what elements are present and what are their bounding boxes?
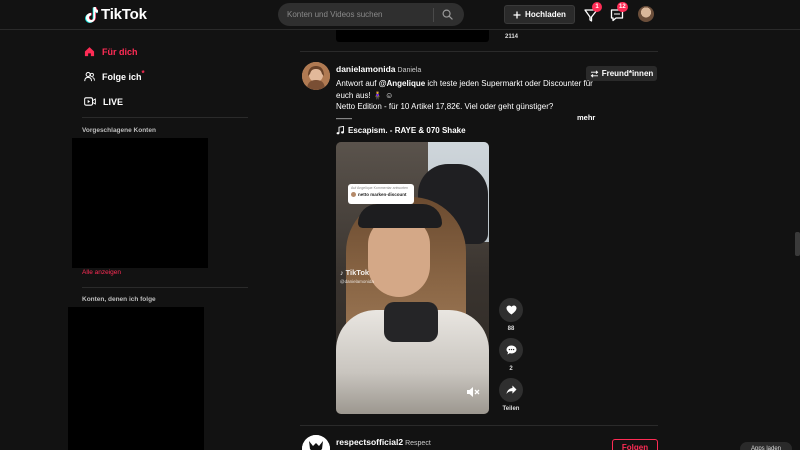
music-title: Escapism. - RAYE & 070 Shake: [348, 126, 466, 135]
tiktok-logo[interactable]: TikTok: [84, 6, 147, 23]
inbox-badge: 1: [592, 2, 602, 12]
suggested-accounts-title: Vorgeschlagene Konten: [82, 127, 156, 134]
video-player[interactable]: Auf Angelique Kommentar antworten netto …: [336, 142, 489, 414]
search-bar[interactable]: [278, 3, 464, 26]
sidebar-divider: [82, 117, 248, 118]
nav-live[interactable]: LIVE: [84, 96, 123, 107]
friends-label: Freund*innen: [601, 69, 654, 78]
reply-sticker-text: netto marken-discount: [358, 192, 407, 197]
sidebar-divider: [82, 287, 248, 288]
search-icon: [442, 9, 453, 20]
share-action[interactable]: Teilen: [499, 378, 523, 412]
logo-text: TikTok: [101, 6, 147, 23]
video-scarf: [384, 302, 438, 342]
video-reply-sticker: Auf Angelique Kommentar antworten netto …: [348, 184, 414, 204]
like-button[interactable]: [499, 298, 523, 322]
messages-button[interactable]: 12: [609, 2, 628, 23]
nav-live-label: LIVE: [103, 96, 124, 107]
video-headband: [358, 204, 442, 228]
video-watermark: ♪ TikTok: [340, 268, 369, 277]
swap-arrows-icon: [590, 69, 599, 78]
new-content-dot: *: [141, 69, 145, 78]
caption-line3: ——: [336, 113, 352, 123]
post-author[interactable]: danielamonida Daniela: [336, 64, 421, 74]
home-icon: [84, 47, 95, 57]
music-link[interactable]: Escapism. - RAYE & 070 Shake: [336, 126, 466, 135]
upload-label: Hochladen: [525, 10, 566, 19]
messages-badge: 12: [617, 2, 628, 12]
upload-button[interactable]: Hochladen: [504, 5, 575, 24]
caption-mention-link[interactable]: @Angelique: [379, 79, 425, 88]
comment-count: 2: [509, 366, 513, 372]
like-action[interactable]: 88: [499, 298, 523, 332]
next-post-username: respectsofficial2: [336, 437, 404, 447]
next-post-author[interactable]: respectsofficial2 Respect: [336, 437, 431, 447]
live-icon: [84, 97, 96, 106]
top-bar: TikTok Hochladen 1 12: [0, 0, 800, 30]
reply-sticker-title: Auf Angelique Kommentar antworten: [351, 186, 409, 190]
post-author-avatar[interactable]: [302, 62, 330, 90]
reply-sticker-text-row: netto marken-discount: [351, 192, 411, 197]
music-note-icon: [336, 126, 344, 135]
comment-icon: [506, 345, 516, 355]
comment-action[interactable]: 2: [499, 338, 523, 372]
following-icon: [84, 71, 95, 82]
nav-following-label: Folge ich: [102, 71, 142, 82]
profile-avatar[interactable]: [638, 6, 654, 22]
respect-logo-icon: [302, 435, 330, 450]
share-arrow-icon: [506, 385, 516, 395]
nav-for-you[interactable]: Für dich: [84, 46, 138, 57]
share-button[interactable]: [499, 378, 523, 402]
post-username: danielamonida: [336, 64, 396, 74]
like-count: 88: [507, 326, 515, 332]
search-button[interactable]: [434, 3, 461, 26]
nav-following[interactable]: Folge ich *: [84, 69, 145, 82]
mute-icon[interactable]: [466, 386, 480, 398]
avatar-image: [302, 62, 330, 90]
post-caption: Antwort auf @Angelique ich teste jeden S…: [336, 78, 598, 124]
search-input[interactable]: [278, 10, 433, 19]
next-post-nickname: Respect: [405, 440, 431, 447]
next-post-author-avatar[interactable]: [302, 435, 330, 450]
video-watermark-user: @danielamonida: [340, 279, 374, 284]
post-nickname: Daniela: [397, 67, 422, 74]
reply-sticker-avatar: [351, 192, 356, 197]
follow-button[interactable]: Folgen: [612, 439, 658, 450]
plus-icon: [513, 11, 521, 18]
following-accounts-list-redacted: [68, 307, 204, 450]
watermark-logo-icon: ♪: [340, 270, 344, 277]
see-all-link[interactable]: Alle anzeigen: [82, 269, 121, 276]
comment-button[interactable]: [499, 338, 523, 362]
previous-share-count: 2114: [505, 34, 519, 40]
scrollbar-thumb[interactable]: [795, 232, 800, 256]
feed-divider: [300, 425, 658, 426]
video-watermark-text: TikTok: [345, 268, 370, 277]
previous-video[interactable]: [336, 30, 489, 42]
heart-icon: [506, 305, 516, 315]
tiktok-note-icon: [85, 6, 98, 23]
suggested-accounts-list-redacted: [72, 138, 208, 268]
caption-prefix: Antwort auf: [336, 79, 377, 88]
feed-divider: [300, 51, 658, 52]
caption-line2: Netto Edition - für 10 Artikel 17,82€. V…: [336, 102, 554, 111]
video-person-face: [368, 217, 430, 297]
nav-for-you-label: Für dich: [102, 46, 138, 57]
get-app-button[interactable]: Apps laden: [740, 442, 792, 450]
more-button[interactable]: mehr: [577, 113, 595, 122]
following-accounts-title: Konten, denen ich folge: [82, 296, 156, 303]
inbox-button[interactable]: 1: [583, 2, 602, 23]
share-label: Teilen: [502, 406, 520, 412]
